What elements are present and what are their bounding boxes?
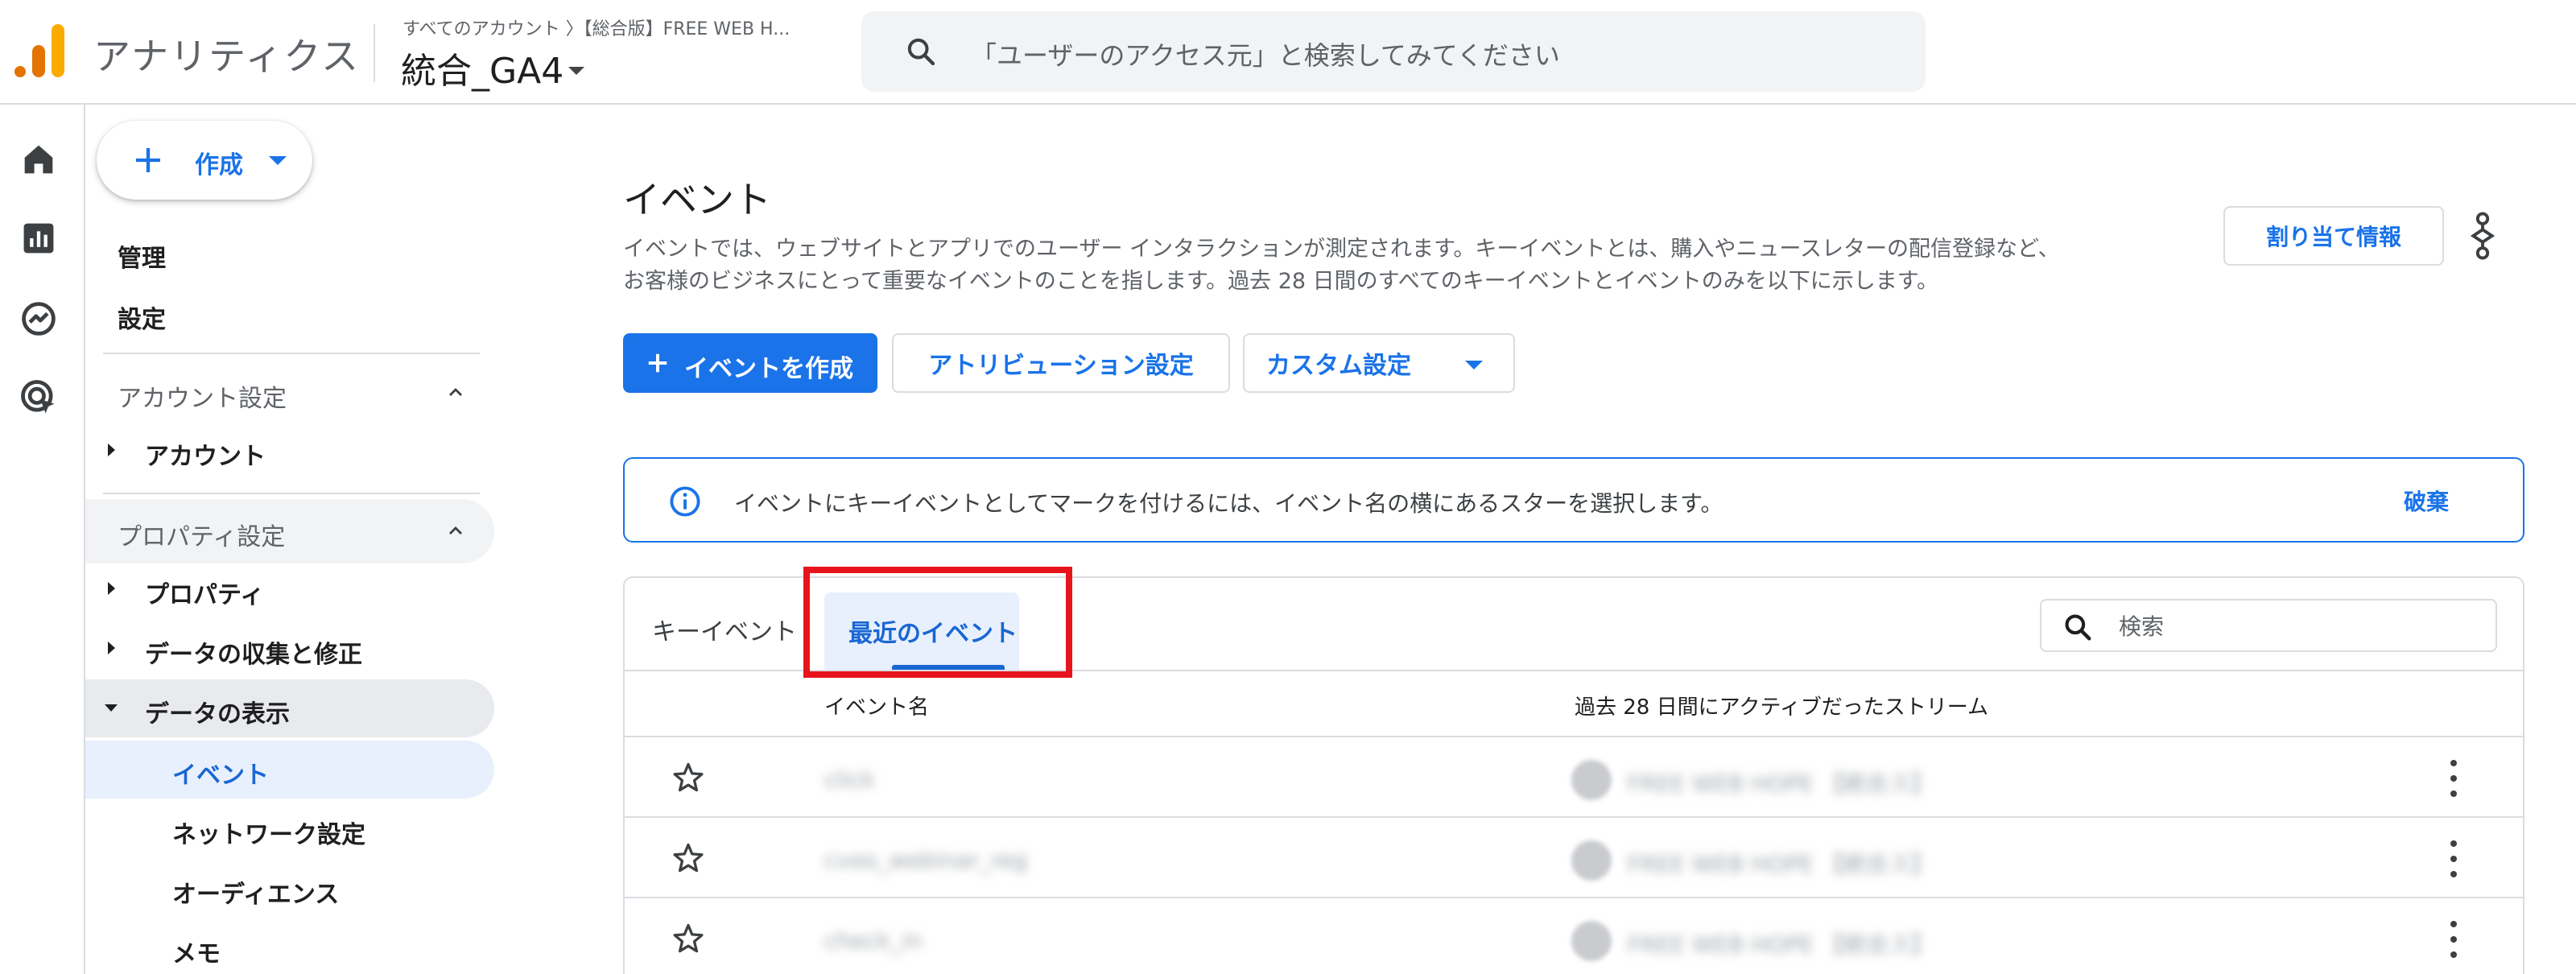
tab-recent-events-label: 最近のイベント (848, 620, 1018, 648)
create-event-button[interactable]: イベントを作成 (623, 333, 877, 393)
column-header-event-name[interactable]: イベント名 (824, 691, 929, 720)
table-search[interactable] (2040, 599, 2497, 652)
table-search-input[interactable] (2119, 610, 2473, 642)
nav-property-label: プロパティ (145, 581, 265, 609)
property-name: 統合_GA4 (401, 51, 564, 92)
star-icon[interactable] (670, 921, 707, 956)
nav-account-label: アカウント (145, 443, 266, 471)
divider (103, 353, 480, 354)
star-icon[interactable] (670, 760, 707, 795)
dismiss-button[interactable]: 破棄 (2404, 485, 2449, 517)
search-icon (907, 38, 935, 66)
top-bar: アナリティクス すべてのアカウント 〉【総合版】FREE WEB H... 統合… (0, 0, 2576, 105)
create-button[interactable]: 作成 (97, 121, 312, 200)
property-selector[interactable]: 統合_GA4 (401, 42, 585, 93)
info-banner-message: イベントにキーイベントとしてマークを付けるには、イベント名の横にあるスターを選択… (734, 490, 1724, 517)
nav-data-collection-label: データの収集と修正 (145, 641, 362, 669)
collapse-arrow-icon (105, 704, 118, 712)
nav-audiences-label: オーディエンス (172, 881, 340, 909)
table-row[interactable]: check_in FREE WEB HOPE 【統合ス】 (625, 898, 2523, 974)
nav-admin[interactable]: 管理 (118, 238, 166, 274)
global-search-placeholder: 「ユーザーのアクセス元」と検索してみてください (971, 40, 1560, 71)
explore-icon[interactable] (18, 298, 60, 340)
nav-data-display[interactable]: データの表示 (85, 679, 494, 737)
stream-name: FREE WEB HOPE 【統合ス】 (1628, 770, 1934, 797)
left-rail (0, 105, 85, 974)
info-banner: イベントにキーイベントとしてマークを付けるには、イベント名の横にあるスターを選択… (623, 457, 2524, 543)
table-row[interactable]: click FREE WEB HOPE 【統合ス】 (625, 737, 2523, 818)
chevron-up-icon (449, 388, 462, 396)
section-account-settings[interactable]: アカウント設定 (85, 361, 494, 425)
nav-account[interactable]: アカウント (85, 422, 494, 480)
assign-info-button[interactable]: 割り当て情報 (2223, 206, 2444, 266)
analytics-logo-icon[interactable] (14, 24, 64, 77)
nav-notes[interactable]: メモ (85, 919, 494, 974)
section-property-settings-label: プロパティ設定 (118, 523, 286, 551)
section-property-settings[interactable]: プロパティ設定 (85, 499, 494, 563)
plus-icon (648, 353, 667, 373)
page-title: イベント (623, 178, 771, 221)
page-description-line: お客様のビジネスにとって重要なイベントのことを指します。過去 28 日間のすべて… (623, 269, 1938, 294)
caret-down-icon (568, 67, 585, 75)
page-description-line: イベントでは、ウェブサイトとアプリでのユーザー インタラクションが測定されます。… (623, 237, 2060, 262)
attribution-settings-button[interactable]: アトリビューション設定 (892, 333, 1230, 393)
events-table-card: キーイベント 最近のイベント イベント名 過去 28 日間にアクティブだったスト… (623, 576, 2524, 974)
star-icon[interactable] (670, 840, 707, 876)
nav-settings[interactable]: 設定 (118, 299, 166, 335)
column-header-active-streams[interactable]: 過去 28 日間にアクティブだったストリーム (1575, 691, 1988, 720)
info-icon (670, 486, 700, 517)
expand-arrow-icon (108, 642, 115, 654)
route-icon[interactable] (2467, 211, 2499, 261)
table-header: イベント名 過去 28 日間にアクティブだったストリーム (625, 670, 2523, 737)
custom-settings-dropdown[interactable] (1433, 333, 1515, 393)
global-search[interactable]: 「ユーザーのアクセス元」と検索してみてください (861, 11, 1926, 92)
nav-audiences[interactable]: オーディエンス (85, 860, 494, 918)
divider (103, 493, 480, 494)
nav-data-collection[interactable]: データの収集と修正 (85, 620, 494, 678)
custom-settings-button[interactable]: カスタム設定 (1243, 333, 1435, 393)
page-description: イベントでは、ウェブサイトとアプリでのユーザー インタラクションが測定されます。… (623, 233, 2201, 298)
reports-icon[interactable] (18, 217, 60, 259)
app-title: アナリティクス (93, 35, 360, 78)
nav-notes-label: メモ (172, 940, 221, 968)
expand-arrow-icon (108, 444, 115, 456)
search-icon (2065, 614, 2091, 641)
create-event-button-label: イベントを作成 (684, 355, 853, 383)
more-vert-icon[interactable] (2447, 919, 2460, 960)
tab-recent-events[interactable]: 最近のイベント (824, 592, 1019, 670)
stream-avatar (1571, 921, 1612, 961)
tab-key-events-label: キーイベント (652, 618, 797, 646)
nav-events-label: イベント (172, 761, 269, 790)
more-vert-icon[interactable] (2447, 839, 2460, 879)
advertising-icon[interactable] (18, 377, 60, 419)
home-icon[interactable] (18, 138, 60, 180)
side-nav: 作成 管理 設定 アカウント設定 アカウント プロパティ設定 プロパティ データ… (85, 105, 504, 974)
event-name[interactable]: check_in (824, 927, 923, 954)
more-vert-icon[interactable] (2447, 758, 2460, 799)
nav-network-settings-label: ネットワーク設定 (172, 821, 365, 849)
nav-events[interactable]: イベント (85, 741, 494, 799)
nav-data-display-label: データの表示 (145, 700, 290, 728)
event-name[interactable]: click (824, 766, 875, 793)
caret-down-icon (269, 156, 287, 165)
nav-network-settings[interactable]: ネットワーク設定 (85, 800, 494, 858)
divider (374, 24, 375, 82)
chevron-up-icon (449, 526, 462, 534)
expand-arrow-icon (108, 582, 115, 595)
caret-down-icon (1465, 361, 1483, 369)
event-name[interactable]: cvoo_webinar_reg (824, 847, 1027, 873)
tab-key-events[interactable]: キーイベント (625, 578, 818, 670)
create-button-label: 作成 (195, 151, 243, 180)
plus-icon (136, 148, 160, 172)
nav-property[interactable]: プロパティ (85, 560, 494, 618)
stream-name: FREE WEB HOPE 【統合ス】 (1628, 851, 1934, 877)
table-row[interactable]: cvoo_webinar_reg FREE WEB HOPE 【統合ス】 (625, 818, 2523, 898)
account-breadcrumb[interactable]: すべてのアカウント 〉【総合版】FREE WEB H... (402, 14, 790, 40)
stream-name: FREE WEB HOPE 【統合ス】 (1628, 931, 1934, 958)
stream-avatar (1571, 760, 1612, 800)
stream-avatar (1571, 840, 1612, 881)
section-account-settings-label: アカウント設定 (118, 385, 287, 413)
